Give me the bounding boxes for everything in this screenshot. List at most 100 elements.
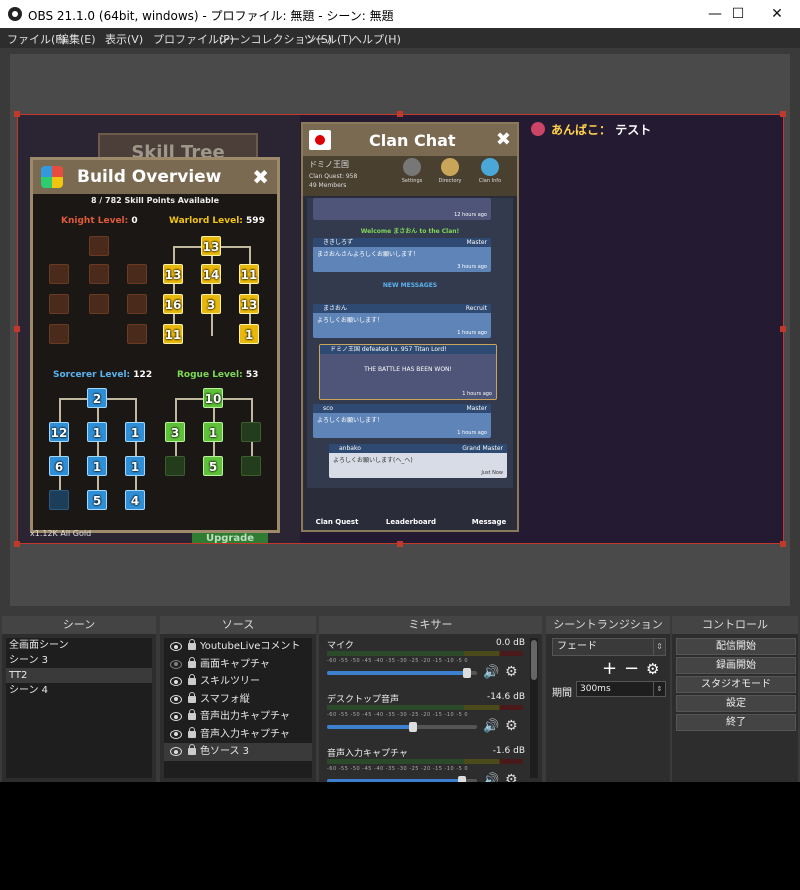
channel-name: デスクトップ音声 [327,695,400,705]
avatar [531,122,545,136]
resize-handle[interactable] [780,111,786,117]
chat-message: まさおん Recruit よろしくお願いします！ 1 hours ago [313,304,491,338]
source-item-selected[interactable]: 色ソース 3 [164,743,312,761]
close-button[interactable]: ✕ [754,0,800,28]
lock-icon[interactable] [188,726,196,738]
speaker-icon[interactable]: 🔊 [483,773,499,782]
visibility-eye-icon[interactable] [170,712,182,721]
menu-tools[interactable]: ツール(T) [304,31,352,47]
obs-logo-icon [8,7,22,21]
rogue-node-locked [165,456,185,476]
channel-db: -1.6 dB [492,746,525,756]
transitions-dock: シーントランジション フェード ⇕ + − ⚙ 期間 300ms ⇕ [546,616,670,782]
menu-view[interactable]: 表示(V) [105,31,143,47]
rogue-node-locked [241,456,261,476]
close-icon: ✖ [252,165,269,189]
mixer-channel: マイク 0.0 dB -60 -55 -50 -45 -40 -35 -30 -… [323,638,529,690]
lock-icon[interactable] [188,674,196,685]
tab-leaderboard: Leaderboard [385,518,437,526]
build-title: Build Overview [77,167,222,187]
scene-item[interactable]: シーン 4 [6,683,152,698]
lock-icon[interactable] [188,691,196,703]
volume-slider[interactable] [327,776,477,782]
volume-slider[interactable] [327,668,477,678]
window-title: OBS 21.1.0 (64bit, windows) - プロファイル: 無題… [28,9,394,23]
tab-message: Message [471,518,507,526]
clan-chat-panel: Clan Chat ✖ ドミノ王国 Clan Quest: 958 49 Mem… [301,122,519,532]
close-icon: ✖ [495,129,511,150]
source-item[interactable]: YoutubeLiveコメント [164,638,312,656]
scene-item[interactable]: シーン 3 [6,653,152,668]
lock-icon[interactable] [188,709,196,720]
clan-info-icon: Clan Info [473,158,507,184]
resize-handle[interactable] [14,111,20,117]
resize-handle[interactable] [780,541,786,547]
start-streaming-button[interactable]: 配信開始 [676,638,796,655]
app-logo-icon [41,166,63,188]
controls-header: コントロール [672,616,798,634]
build-overview-panel: Build Overview ✖ 8 / 782 Skill Points Av… [30,157,280,533]
warlord-node: 14 [201,264,221,284]
mixer-channels: マイク 0.0 dB -60 -55 -50 -45 -40 -35 -30 -… [323,636,533,782]
warlord-node: 13 [239,294,259,314]
spin-arrows-icon: ⇕ [653,682,665,696]
warlord-node: 13 [163,264,183,284]
knight-node [49,264,69,284]
chat-message: ききしろず Master まさおんさんよろしくお願いします！ 3 hours ag… [313,238,491,272]
source-item[interactable]: 音声入力キャプチャ [164,726,312,744]
studio-mode-button[interactable]: スタジオモード [676,676,796,693]
resize-handle[interactable] [14,326,20,332]
resize-handle[interactable] [397,541,403,547]
duration-label: 期間 [552,688,572,699]
gear-icon[interactable]: ⚙ [505,664,518,680]
resize-handle[interactable] [397,111,403,117]
speaker-icon[interactable]: 🔊 [483,719,499,734]
knight-node [89,236,109,256]
mixer-scrollbar[interactable] [530,638,538,778]
sorcerer-node-locked [49,490,69,510]
visibility-eye-off-icon[interactable] [170,659,182,669]
lock-icon[interactable] [188,656,196,668]
menu-help[interactable]: ヘルプ(H) [351,31,401,47]
tree-line [173,246,175,336]
scene-item-selected[interactable]: TT2 [6,668,152,683]
lock-icon[interactable] [188,639,196,650]
add-transition-button[interactable]: + [602,658,617,679]
scene-item[interactable]: 全画面シーン [6,638,152,653]
start-recording-button[interactable]: 録画開始 [676,657,796,674]
title-bar: OBS 21.1.0 (64bit, windows) - プロファイル: 無題… [0,0,800,28]
channel-db: -14.6 dB [486,692,525,702]
transition-select[interactable]: フェード ⇕ [552,638,666,656]
visibility-eye-icon[interactable] [170,642,182,651]
resize-handle[interactable] [14,541,20,547]
duration-input[interactable]: 300ms ⇕ [576,681,666,697]
preview-canvas[interactable]: Skill Tree Build Overview ✖ 8 / 782 Skil… [17,114,784,544]
settings-button[interactable]: 設定 [676,695,796,712]
clan-quest: Clan Quest: 958 [309,173,358,180]
clan-tabs: Clan Quest Leaderboard Message [303,490,517,530]
rogue-node: 3 [165,422,185,442]
source-item[interactable]: 音声出力キャプチャ [164,708,312,726]
source-item[interactable]: スキルツリー [164,673,312,691]
visibility-eye-icon[interactable] [170,677,182,686]
gear-icon[interactable]: ⚙ [646,660,659,678]
mixer-header: ミキサー [319,616,542,634]
resize-handle[interactable] [780,326,786,332]
speaker-icon[interactable]: 🔊 [483,665,499,680]
clan-title: Clan Chat [369,131,456,150]
visibility-eye-icon[interactable] [170,747,182,756]
exit-button[interactable]: 終了 [676,714,796,731]
rogue-level: Rogue Level: 53 [177,370,259,380]
remove-transition-button[interactable]: − [624,658,639,679]
gear-icon[interactable]: ⚙ [505,718,518,734]
visibility-eye-icon[interactable] [170,729,182,739]
settings-icon: Settings [395,158,429,184]
source-item[interactable]: 画面キャプチャ [164,656,312,674]
gear-icon[interactable]: ⚙ [505,772,518,782]
visibility-eye-icon[interactable] [170,694,182,704]
lock-icon[interactable] [188,744,196,755]
menu-bar: ファイル(F) 編集(E) 表示(V) プロファイル(P) シーンコレクション(… [0,28,800,48]
menu-edit[interactable]: 編集(E) [58,31,96,47]
volume-slider[interactable] [327,722,477,732]
source-item[interactable]: スマフォ縦 [164,691,312,709]
